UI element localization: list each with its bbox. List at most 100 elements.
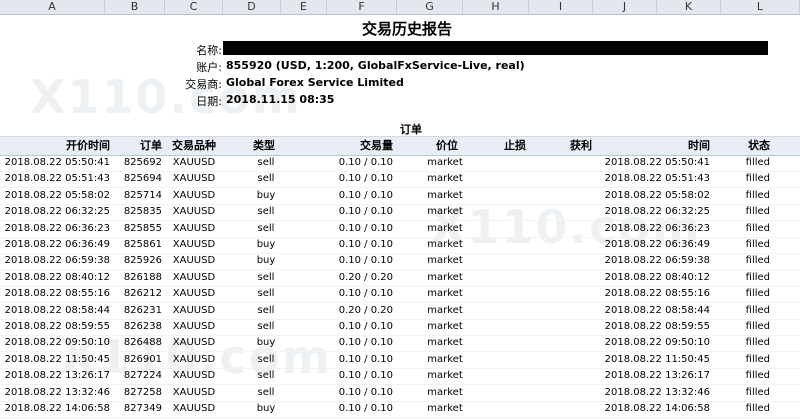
cell-time: 2018.08.22 08:59:55 bbox=[604, 321, 710, 332]
cell-open-time: 2018.08.22 06:32:25 bbox=[4, 206, 110, 218]
table-row[interactable]: 2018.08.22 06:59:38 825926 XAUUSD buy 0.… bbox=[0, 253, 800, 271]
table-row[interactable]: 2018.08.22 05:50:41 825692 XAUUSD sell 0… bbox=[0, 155, 800, 172]
column-header-g[interactable]: G bbox=[397, 0, 463, 14]
table-row[interactable]: 2018.08.22 08:58:44 826231 XAUUSD sell 0… bbox=[0, 303, 800, 320]
cell-volume: 0.10 / 0.10 bbox=[338, 189, 393, 201]
header-sl: 止损 bbox=[504, 139, 526, 152]
cell-type: sell bbox=[257, 271, 275, 283]
cell-price: market bbox=[427, 321, 463, 332]
cell-symbol: XAUUSD bbox=[172, 370, 216, 382]
cell-state: filled bbox=[745, 206, 770, 218]
table-row[interactable]: 2018.08.22 11:50:45 826901 XAUUSD sell 0… bbox=[0, 352, 800, 369]
account-value: 855920 (USD, 1:200, GlobalFxService-Live… bbox=[226, 59, 525, 72]
cell-time: 2018.08.22 11:50:45 bbox=[604, 353, 710, 365]
column-header-l[interactable]: L bbox=[721, 0, 800, 14]
cell-time: 2018.08.22 05:50:41 bbox=[604, 157, 710, 168]
column-header-f[interactable]: F bbox=[327, 0, 397, 14]
cell-type: sell bbox=[257, 353, 275, 365]
cell-order: 825835 bbox=[123, 206, 162, 218]
cell-time: 2018.08.22 13:26:17 bbox=[604, 370, 710, 382]
column-header-a[interactable]: A bbox=[0, 0, 105, 14]
cell-type: buy bbox=[256, 189, 276, 201]
cell-open-time: 2018.08.22 08:40:12 bbox=[4, 271, 110, 283]
cell-open-time: 2018.08.22 06:36:23 bbox=[4, 222, 110, 234]
cell-state: filled bbox=[745, 353, 770, 365]
cell-type: sell bbox=[257, 386, 275, 398]
header-symbol: 交易品种 bbox=[172, 139, 216, 152]
cell-open-time: 2018.08.22 06:36:49 bbox=[4, 239, 110, 250]
cell-symbol: XAUUSD bbox=[172, 386, 216, 398]
cell-price: market bbox=[427, 189, 463, 201]
table-row[interactable]: 2018.08.22 13:32:46 827258 XAUUSD sell 0… bbox=[0, 385, 800, 402]
table-row[interactable]: 2018.08.22 06:36:49 825861 XAUUSD buy 0.… bbox=[0, 237, 800, 254]
cell-type: buy bbox=[256, 403, 276, 414]
cell-type: sell bbox=[257, 173, 275, 185]
report-title: 交易历史报告 bbox=[362, 20, 453, 38]
redacted-name bbox=[223, 41, 768, 55]
cell-state: filled bbox=[745, 386, 770, 398]
cell-open-time: 2018.08.22 06:59:38 bbox=[4, 255, 110, 267]
cell-type: sell bbox=[257, 222, 275, 234]
column-header-bar: A B C D E F G H I J K L bbox=[0, 0, 800, 15]
cell-type: buy bbox=[256, 255, 276, 267]
header-price: 价位 bbox=[436, 139, 458, 152]
column-header-j[interactable]: J bbox=[593, 0, 657, 14]
column-header-e[interactable]: E bbox=[281, 0, 327, 14]
cell-open-time: 2018.08.22 08:58:44 bbox=[4, 304, 110, 316]
table-row[interactable]: 2018.08.22 08:59:55 826238 XAUUSD sell 0… bbox=[0, 319, 800, 336]
column-header-i[interactable]: I bbox=[529, 0, 593, 14]
cell-order: 827258 bbox=[123, 386, 162, 398]
header-order: 订单 bbox=[140, 139, 162, 152]
table-row[interactable]: 2018.08.22 06:32:25 825835 XAUUSD sell 0… bbox=[0, 204, 800, 222]
table-row[interactable]: 2018.08.22 05:58:02 825714 XAUUSD buy 0.… bbox=[0, 188, 800, 205]
cell-order: 825855 bbox=[123, 222, 162, 234]
cell-volume: 0.10 / 0.10 bbox=[338, 321, 393, 332]
cell-type: sell bbox=[257, 288, 275, 300]
table-row[interactable]: 2018.08.22 14:06:58 827349 XAUUSD buy 0.… bbox=[0, 401, 800, 418]
cell-order: 826901 bbox=[123, 353, 162, 365]
cell-volume: 0.20 / 0.20 bbox=[338, 271, 393, 283]
column-header-c[interactable]: C bbox=[165, 0, 223, 14]
cell-state: filled bbox=[745, 337, 770, 349]
table-row[interactable]: 2018.08.22 08:55:16 826212 XAUUSD sell 0… bbox=[0, 286, 800, 304]
cell-symbol: XAUUSD bbox=[172, 304, 216, 316]
cell-time: 2018.08.22 05:58:02 bbox=[604, 189, 710, 201]
cell-state: filled bbox=[745, 189, 770, 201]
cell-volume: 0.10 / 0.10 bbox=[338, 206, 393, 218]
cell-order: 825694 bbox=[123, 173, 162, 185]
table-row[interactable]: 2018.08.22 13:26:17 827224 XAUUSD sell 0… bbox=[0, 368, 800, 386]
table-row[interactable]: 2018.08.22 08:40:12 826188 XAUUSD sell 0… bbox=[0, 270, 800, 287]
cell-order: 825861 bbox=[123, 239, 162, 250]
cell-state: filled bbox=[745, 239, 770, 250]
header-state: 状态 bbox=[748, 139, 770, 152]
cell-open-time: 2018.08.22 13:32:46 bbox=[4, 386, 110, 398]
cell-order: 826212 bbox=[123, 288, 162, 300]
cell-price: market bbox=[427, 370, 463, 382]
cell-symbol: XAUUSD bbox=[172, 173, 216, 185]
column-header-d[interactable]: D bbox=[223, 0, 281, 14]
cell-state: filled bbox=[745, 222, 770, 234]
table-row[interactable]: 2018.08.22 05:51:43 825694 XAUUSD sell 0… bbox=[0, 171, 800, 189]
cell-time: 2018.08.22 06:59:38 bbox=[604, 255, 710, 267]
cell-state: filled bbox=[745, 403, 770, 414]
cell-symbol: XAUUSD bbox=[172, 239, 216, 250]
column-header-b[interactable]: B bbox=[105, 0, 165, 14]
cell-volume: 0.10 / 0.10 bbox=[338, 337, 393, 349]
cell-state: filled bbox=[745, 304, 770, 316]
cell-symbol: XAUUSD bbox=[172, 255, 216, 267]
cell-open-time: 2018.08.22 08:55:16 bbox=[4, 288, 110, 300]
column-header-h[interactable]: H bbox=[463, 0, 529, 14]
header-tp: 获利 bbox=[570, 139, 592, 152]
table-row[interactable]: 2018.08.22 09:50:10 826488 XAUUSD buy 0.… bbox=[0, 335, 800, 353]
column-header-k[interactable]: K bbox=[657, 0, 721, 14]
cell-price: market bbox=[427, 386, 463, 398]
cell-order: 827224 bbox=[123, 370, 162, 382]
cell-price: market bbox=[427, 353, 463, 365]
cell-time: 2018.08.22 14:06:58 bbox=[604, 403, 710, 414]
cell-time: 2018.08.22 06:32:25 bbox=[604, 206, 710, 218]
orders-section-title: 订单 bbox=[400, 123, 422, 136]
cell-price: market bbox=[427, 337, 463, 349]
table-row[interactable]: 2018.08.22 06:36:23 825855 XAUUSD sell 0… bbox=[0, 221, 800, 238]
cell-time: 2018.08.22 09:50:10 bbox=[604, 337, 710, 349]
cell-symbol: XAUUSD bbox=[172, 271, 216, 283]
